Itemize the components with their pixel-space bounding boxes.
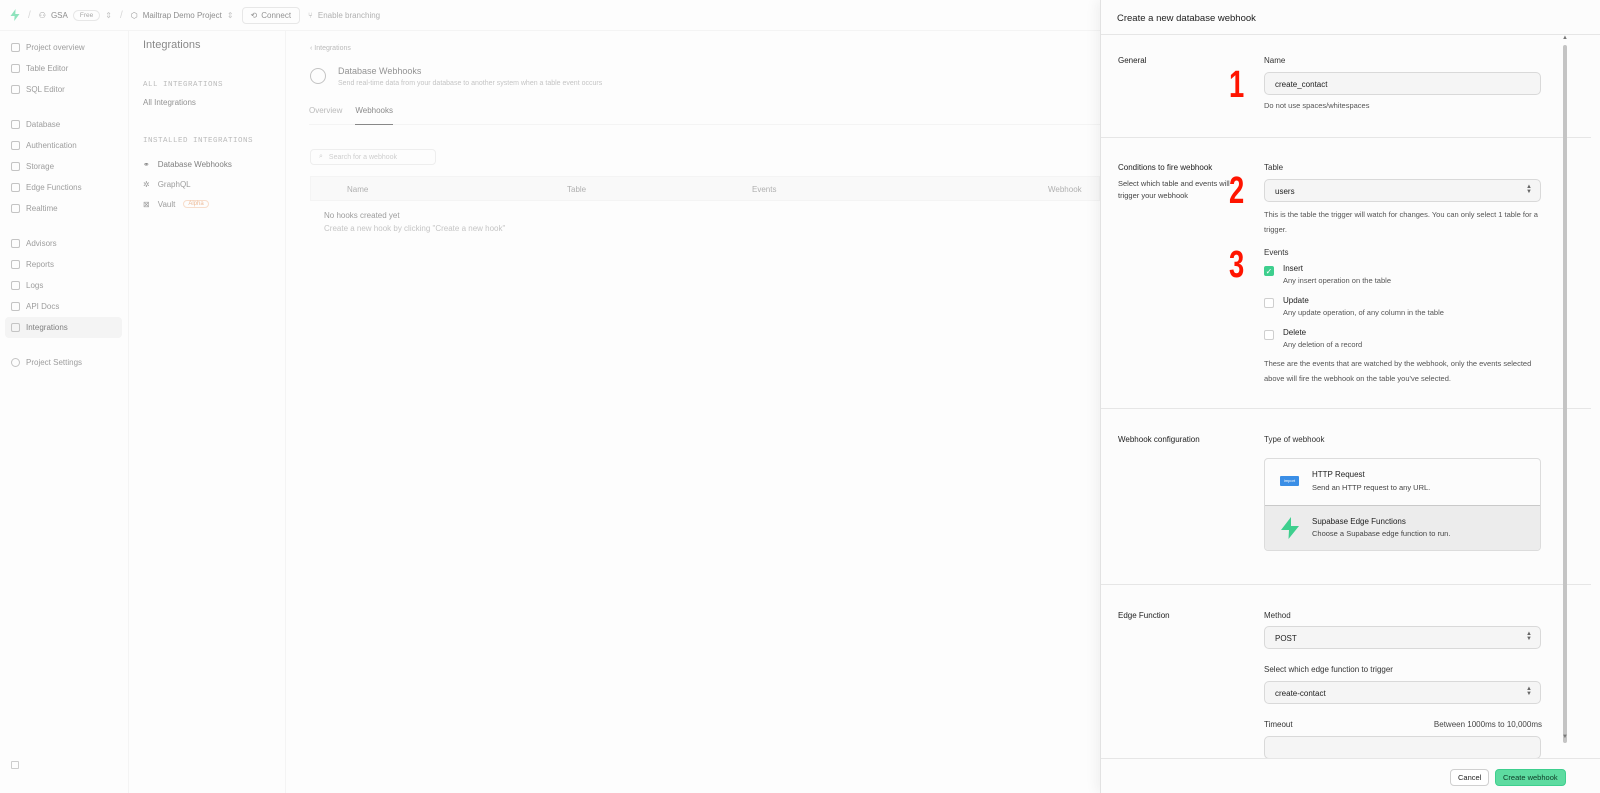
panel-title: Create a new database webhook	[1101, 0, 1600, 35]
conditions-section-description: Select which table and events will trigg…	[1118, 179, 1230, 200]
events-help-text: These are the events that are watched by…	[1264, 359, 1532, 383]
method-select[interactable]: POST ▲ ▼	[1264, 626, 1541, 649]
http-request-title: HTTP Request	[1312, 470, 1365, 479]
timeout-field-label: Timeout	[1264, 720, 1293, 729]
scroll-down-icon[interactable]: ▼	[1562, 734, 1568, 740]
chevron-updown-icon: ▲ ▼	[1526, 184, 1532, 195]
table-select-value: users	[1275, 187, 1295, 196]
http-request-description: Send an HTTP request to any URL.	[1312, 483, 1431, 492]
method-field-label: Method	[1264, 611, 1291, 620]
create-webhook-button[interactable]: Create webhook	[1495, 769, 1566, 786]
chevron-updown-icon: ▲ ▼	[1526, 686, 1532, 697]
events-field-label: Events	[1264, 248, 1289, 257]
name-help-text: Do not use spaces/whitespaces	[1264, 101, 1370, 110]
chevron-updown-icon: ▲ ▼	[1526, 631, 1532, 642]
name-input[interactable]: create_contact	[1264, 72, 1541, 95]
scroll-up-icon[interactable]: ▲	[1562, 35, 1568, 41]
event-delete-checkbox[interactable]	[1264, 330, 1274, 340]
edge-function-section: Edge Function Method POST ▲ ▼ Select whic…	[1101, 585, 1591, 758]
webhook-configuration-label: Webhook configuration	[1118, 435, 1200, 444]
method-select-value: POST	[1275, 634, 1297, 643]
annotation-step-2: 2	[1229, 170, 1245, 212]
scrollbar-thumb[interactable]	[1563, 45, 1567, 743]
panel-scrollbar[interactable]: ▲ ▼	[1561, 35, 1569, 758]
event-insert-title: Insert	[1283, 264, 1304, 273]
general-section: General Name create_contact Do not use s…	[1101, 35, 1591, 138]
webhook-type-http-request[interactable]: import HTTP Request Send an HTTP request…	[1265, 459, 1540, 505]
table-help-text: This is the table the trigger will watch…	[1264, 210, 1538, 234]
event-update-title: Update	[1283, 296, 1309, 305]
webhook-type-label: Type of webhook	[1264, 435, 1325, 444]
edge-functions-description: Choose a Supabase edge function to run.	[1312, 529, 1451, 538]
event-delete-description: Any deletion of a record	[1283, 340, 1363, 349]
webhook-type-selector: import HTTP Request Send an HTTP request…	[1264, 458, 1541, 551]
edge-functions-title: Supabase Edge Functions	[1312, 517, 1406, 526]
table-field-label: Table	[1264, 163, 1284, 172]
event-insert-description: Any insert operation on the table	[1283, 276, 1391, 285]
create-webhook-panel: Create a new database webhook General Na…	[1100, 0, 1600, 793]
edge-function-section-label: Edge Function	[1118, 611, 1170, 620]
panel-body: General Name create_contact Do not use s…	[1101, 35, 1600, 758]
webhook-configuration-section: Webhook configuration Type of webhook im…	[1101, 409, 1591, 585]
timeout-input[interactable]	[1264, 736, 1541, 758]
table-select[interactable]: users ▲ ▼	[1264, 179, 1541, 202]
edge-function-select[interactable]: create-contact ▲ ▼	[1264, 681, 1541, 704]
webhook-type-supabase-edge-functions[interactable]: Supabase Edge Functions Choose a Supabas…	[1265, 505, 1540, 550]
conditions-section: Conditions to fire webhook Select which …	[1101, 138, 1591, 409]
edge-function-field-label: Select which edge function to trigger	[1264, 665, 1393, 674]
event-delete-title: Delete	[1283, 328, 1307, 337]
event-update-checkbox[interactable]	[1264, 298, 1274, 308]
annotation-step-1: 1	[1229, 64, 1245, 106]
http-request-icon: import	[1280, 476, 1299, 486]
timeout-hint: Between 1000ms to 10,000ms	[1433, 720, 1542, 729]
name-field-label: Name	[1264, 56, 1286, 65]
event-insert-checkbox[interactable]: ✓	[1264, 266, 1274, 276]
event-update-description: Any update operation, of any column in t…	[1283, 308, 1444, 317]
conditions-section-label: Conditions to fire webhook	[1118, 163, 1213, 172]
supabase-bolt-icon	[1281, 517, 1299, 539]
general-section-label: General	[1118, 56, 1147, 65]
annotation-step-3: 3	[1229, 244, 1245, 286]
edge-function-select-value: create-contact	[1275, 689, 1326, 698]
panel-footer: Cancel Create webhook	[1101, 758, 1600, 793]
cancel-button[interactable]: Cancel	[1450, 769, 1490, 786]
